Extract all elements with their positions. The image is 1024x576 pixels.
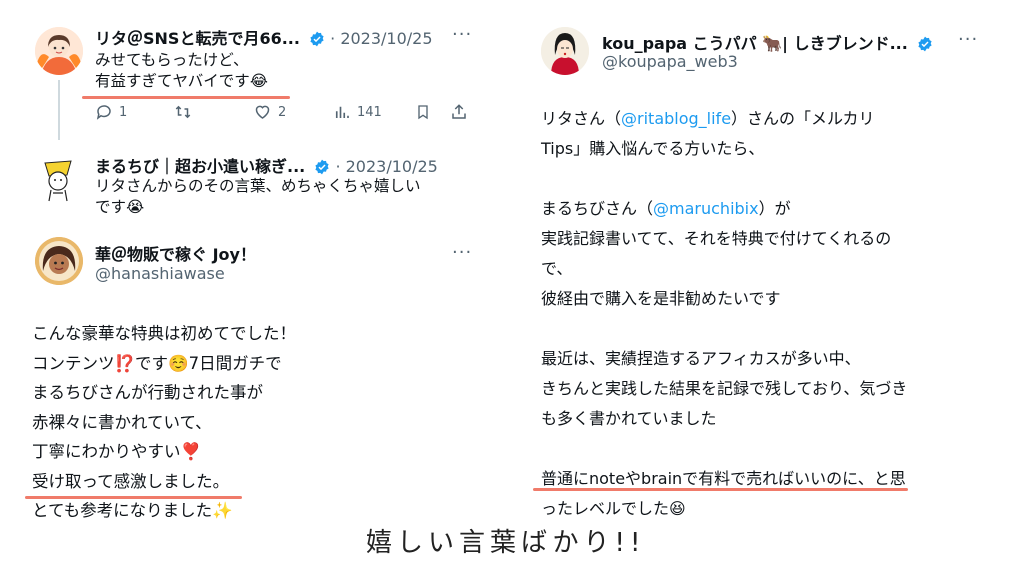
tweet-line: コンテンツ [32, 353, 115, 373]
author-handle[interactable]: @koupapa_web3 [602, 52, 738, 71]
view-count: 141 [357, 104, 382, 120]
tweet-text: リタさん（@ritablog_life）さんの「メルカリ Tips」購入悩んでる… [541, 104, 907, 524]
tweet-header: 華＠物販で稼ぐ Joy！ [95, 241, 256, 265]
bookmark-icon [418, 105, 428, 120]
author-name[interactable]: 華＠物販で稼ぐ Joy！ [95, 245, 256, 264]
bookmark-button[interactable] [415, 103, 431, 121]
author-name[interactable]: kou_papa こうパパ 🐂| しきブレンド... [602, 34, 908, 53]
highlight-underline [82, 96, 290, 99]
verified-badge-icon [917, 36, 933, 56]
thread-line [58, 80, 60, 140]
tweet-line: 最近は、実績捏造するアフィカスが多い中、 [541, 349, 861, 368]
more-options-icon[interactable]: ··· [958, 29, 978, 50]
avatar-koupapa[interactable] [541, 27, 589, 75]
tweet-line: 丁寧にわかりやすい [32, 442, 181, 461]
verified-badge-icon [309, 31, 325, 51]
mention-link[interactable]: @ritablog_life [621, 109, 731, 128]
author-name[interactable]: リタ＠SNSと転売で月66... [95, 29, 300, 48]
tweet-line: まるちびさん（ [541, 199, 654, 218]
tweet-line: です [135, 353, 169, 373]
tweet-line: です [95, 198, 127, 216]
reply-button[interactable]: 1 [95, 103, 127, 121]
tweet-line: 彼経由で購入を是非勧めたいです [541, 289, 781, 308]
more-options-icon[interactable]: ··· [452, 242, 472, 263]
tweet-text: みせてもらったけど、 有益すぎてヤバイです😂 [95, 50, 268, 92]
share-icon [452, 104, 466, 119]
avatar-rita[interactable] [35, 27, 83, 75]
retweet-icon [175, 105, 191, 119]
tweet-line: ）が [758, 199, 791, 218]
tweet-line: こんな豪華な特典は初めてでした！ [32, 324, 296, 343]
laughing-tears-emoji: 😂 [249, 72, 268, 90]
caption-text: 嬉しい言葉ばかり!! [366, 528, 646, 558]
tweet-date[interactable]: · 2023/10/25 [330, 29, 432, 48]
tweet-line: リタさん（ [541, 109, 622, 128]
avatar-maruchibi[interactable] [33, 153, 83, 203]
reply-icon [96, 105, 111, 120]
tweet-line: みせてもらったけど、 [95, 51, 249, 69]
author-name[interactable]: まるちび｜超お小遣い稼ぎ... [95, 157, 305, 176]
share-button[interactable] [450, 103, 468, 121]
like-button[interactable]: 2 [253, 103, 286, 121]
tweet-line: も多く書かれていました [541, 409, 717, 428]
author-handle[interactable]: @hanashiawase [95, 264, 225, 283]
tweet-line: 有益すぎてヤバイです [95, 72, 250, 90]
tweet-header: リタ＠SNSと転売で月66... · 2023/10/25 [95, 25, 433, 51]
tweet-line: 受け取って感激しました。 [32, 471, 230, 491]
heart-icon [255, 105, 270, 119]
tweet-line: で、 [541, 259, 573, 278]
tweet-line: 実践記録書いてて、それを特典で付けてくれるの [541, 229, 892, 248]
tweet-line: リタさんからのその言葉、めちゃくちゃ嬉しい [95, 177, 421, 195]
interrobang-emoji: ⁉️ [114, 353, 136, 373]
tweet-text: リタさんからのその言葉、めちゃくちゃ嬉しい です😭 [95, 176, 421, 218]
reply-count: 1 [119, 104, 128, 120]
tweet-line: ったレベルでした [541, 499, 670, 518]
tweet-line: まるちびさんが行動された事が [32, 383, 263, 402]
like-count: 2 [278, 104, 287, 120]
highlight-underline [533, 488, 908, 491]
tweet-line: 7日間ガチで [188, 353, 282, 373]
sparkles-emoji: ✨ [212, 501, 233, 520]
views-chart-icon [335, 106, 349, 118]
crying-emoji: 😭 [126, 198, 145, 216]
more-options-icon[interactable]: ··· [452, 24, 472, 45]
highlight-underline [25, 496, 242, 499]
tweet-line: きちんと実践した結果を記録で残しており、気づき [541, 379, 908, 398]
avatar-hana[interactable] [35, 237, 83, 285]
views-button[interactable]: 141 [333, 103, 382, 121]
grinning-squint-emoji: 😆 [669, 499, 686, 518]
tweet-line: とても参考になりました [32, 501, 213, 520]
retweet-button[interactable] [173, 103, 193, 121]
tweet-text: こんな豪華な特典は初めてでした！ コンテンツ⁉️です☺️7日間ガチで まるちびさ… [32, 319, 296, 526]
tweet-line: ）さんの「メルカリ [731, 109, 875, 128]
tweet-line: 赤裸々に書かれていて、 [32, 412, 212, 432]
tweet-line: Tips」購入悩んでる方いたら、 [541, 139, 765, 158]
tweet-date[interactable]: · 2023/10/25 [335, 157, 437, 176]
mention-link[interactable]: @maruchibix [653, 199, 759, 218]
smiling-emoji: ☺️ [168, 353, 189, 373]
heart-exclamation-emoji: ❣️ [180, 442, 202, 461]
